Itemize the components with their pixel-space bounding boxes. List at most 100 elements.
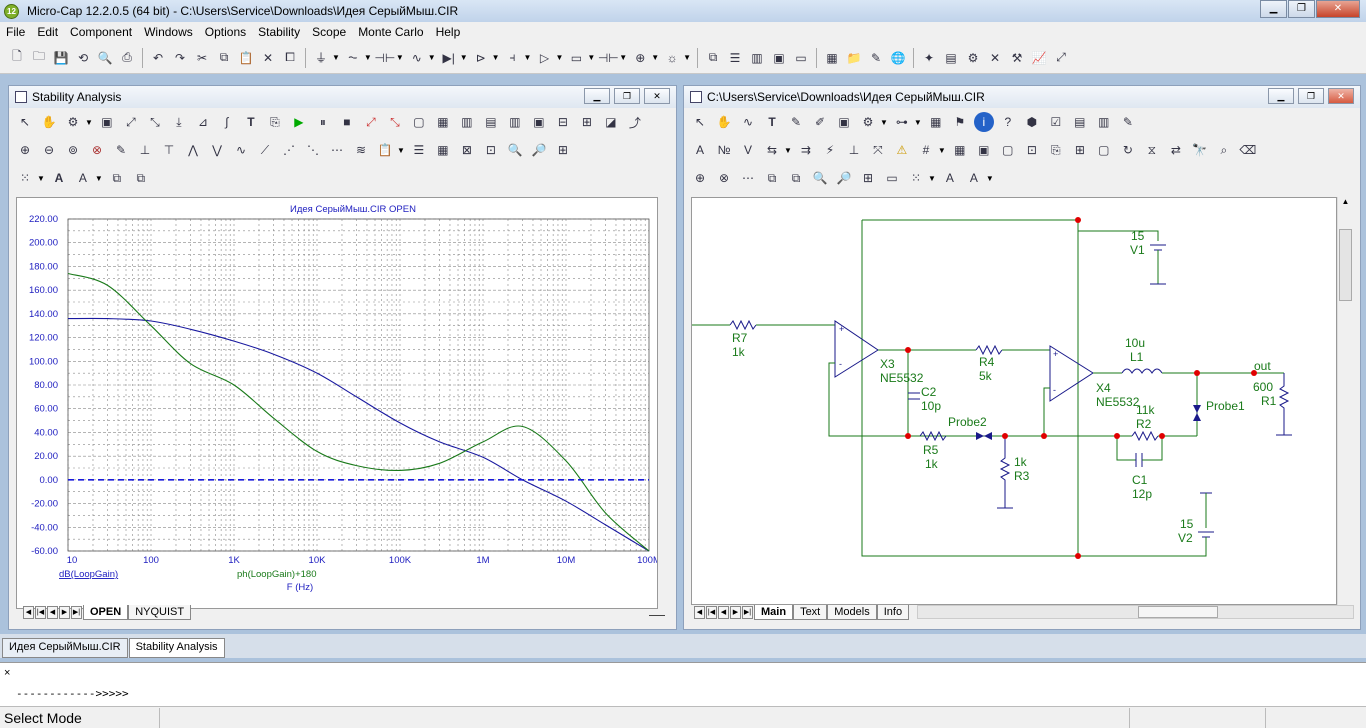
power-icon[interactable]: ⇉	[796, 140, 816, 160]
peak-icon[interactable]: ⊥	[135, 140, 155, 160]
calculator-icon[interactable]: ▦	[823, 49, 841, 67]
magnify-box-icon[interactable]: ⊞	[553, 140, 573, 160]
high-icon[interactable]: ⋀	[183, 140, 203, 160]
pan-hand-icon[interactable]: ✋	[39, 112, 59, 132]
c2-value[interactable]: 10p	[921, 399, 941, 413]
clipboard-icon[interactable]: 📋	[375, 140, 395, 160]
text-icon[interactable]: T	[241, 112, 261, 132]
tools-icon[interactable]: ✕	[986, 49, 1004, 67]
top-icon[interactable]: ⋯	[327, 140, 347, 160]
tile-vertical-icon[interactable]: ▥	[748, 49, 766, 67]
legend-ph-loopgain[interactable]: ph(LoopGain)+180	[237, 569, 317, 580]
xy-icon[interactable]: ⊠	[457, 140, 477, 160]
legend-db-loopgain[interactable]: dB(LoopGain)	[59, 569, 118, 580]
r3-label[interactable]: R3	[1014, 469, 1030, 483]
v2-value[interactable]: 15	[1180, 517, 1194, 531]
find-next-icon[interactable]: ⌕	[1214, 140, 1234, 160]
r7-label[interactable]: R7	[732, 331, 748, 345]
save-icon[interactable]: 💾	[52, 49, 70, 67]
list-icon[interactable]: ☰	[409, 140, 429, 160]
menu-edit[interactable]: Edit	[31, 25, 64, 39]
restore-scale-icon[interactable]: ⤡	[145, 112, 165, 132]
probe1-marker2[interactable]	[1193, 413, 1201, 421]
analysis-icon[interactable]: ⚒	[1008, 49, 1026, 67]
wizard-icon[interactable]: ✦	[920, 49, 938, 67]
resistor-icon[interactable]: ⏦	[344, 49, 362, 67]
nav-last-icon[interactable]: ▶|	[742, 605, 753, 619]
output-close-icon[interactable]: ×	[4, 667, 10, 679]
fit-icon[interactable]: ⤓	[169, 112, 189, 132]
font-style-icon[interactable]: A	[73, 168, 93, 188]
grid-dots-icon[interactable]: ⁙	[906, 168, 926, 188]
slope-icon[interactable]: ⟋	[255, 140, 275, 160]
title-block-icon[interactable]: ▣	[974, 140, 994, 160]
r7-value[interactable]: 1k	[732, 345, 746, 359]
window2-icon[interactable]: ▭	[792, 49, 810, 67]
box-icon[interactable]: ▢	[409, 112, 429, 132]
layers-icon[interactable]: ⎘	[1046, 140, 1066, 160]
capacitor-icon[interactable]: ⊣⊢	[374, 49, 395, 67]
r2-label[interactable]: R2	[1136, 417, 1152, 431]
window-icon[interactable]: ▣	[770, 49, 788, 67]
tile-horizontal-icon[interactable]: ☰	[726, 49, 744, 67]
menu-file[interactable]: File	[0, 25, 31, 39]
flip-icon[interactable]: ⇄	[1166, 140, 1186, 160]
text-icon[interactable]: T	[762, 112, 782, 132]
more-icon[interactable]: ⋯	[738, 168, 758, 188]
check-icon[interactable]: ☑	[1046, 112, 1066, 132]
r2-value[interactable]: 11k	[1136, 403, 1155, 417]
grid-dots-icon[interactable]: ⁙	[15, 168, 35, 188]
l1-value[interactable]: 10u	[1125, 336, 1145, 350]
find-icon[interactable]: 🔭	[1190, 140, 1210, 160]
component-library-icon[interactable]: 📁	[845, 49, 863, 67]
tab-nyquist[interactable]: NYQUIST	[128, 604, 192, 620]
voltage-icon[interactable]: V	[738, 140, 758, 160]
calc-icon[interactable]: ▦	[433, 140, 453, 160]
schematic-maximize-button[interactable]: ❐	[1298, 88, 1324, 104]
nav-last-icon[interactable]: ▶|	[71, 605, 82, 619]
formula-icon[interactable]: ∫	[217, 112, 237, 132]
schematic-horizontal-scrollbar[interactable]	[917, 605, 1354, 619]
zoom-out-icon[interactable]: ⊖	[39, 140, 59, 160]
scale-icon[interactable]: ▣	[97, 112, 117, 132]
pen-icon[interactable]: ✐	[810, 112, 830, 132]
grid-icon[interactable]: ⊿	[193, 112, 213, 132]
cross-icon[interactable]: ⤧	[868, 140, 888, 160]
menu-help[interactable]: Help	[430, 25, 467, 39]
close-button[interactable]: ✕	[1316, 0, 1360, 18]
auto-scale-icon[interactable]: ⤢	[121, 112, 141, 132]
r3-value[interactable]: 1k	[1014, 455, 1028, 469]
page-icon[interactable]: ⊡	[1022, 140, 1042, 160]
edit-icon[interactable]: ✎	[1118, 112, 1138, 132]
menu-options[interactable]: Options	[199, 25, 252, 39]
tab-main[interactable]: Main	[754, 604, 794, 620]
stop-icon[interactable]: ■	[337, 112, 357, 132]
pin-connect-icon[interactable]: ⊥	[844, 140, 864, 160]
clear-icon[interactable]: ⌫	[1238, 140, 1258, 160]
tab-info[interactable]: Info	[876, 604, 910, 620]
xy2-icon[interactable]: ⊡	[481, 140, 501, 160]
scope-icon[interactable]: ⤢	[1052, 49, 1070, 67]
undo-icon[interactable]: ↶	[149, 49, 167, 67]
x3-value[interactable]: NE5532	[880, 371, 924, 385]
bring-front-icon[interactable]: ⧉	[107, 168, 127, 188]
rotate-icon[interactable]: ↻	[1118, 140, 1138, 160]
nav-forward-icon[interactable]: ▶	[59, 605, 70, 619]
nav-prev-icon[interactable]: |◀	[706, 605, 717, 619]
redo-icon[interactable]: ↷	[171, 49, 189, 67]
x4-label[interactable]: X4	[1096, 381, 1111, 395]
nav-forward-icon[interactable]: ▶	[730, 605, 741, 619]
hscroll-thumb[interactable]	[1138, 606, 1219, 618]
nav-prev-icon[interactable]: |◀	[35, 605, 46, 619]
current-icon[interactable]: ⇆	[762, 140, 782, 160]
send-back-icon[interactable]: ⧉	[786, 168, 806, 188]
global-high-icon[interactable]: ⋰	[279, 140, 299, 160]
font-icon[interactable]: A	[940, 168, 960, 188]
r5-label[interactable]: R5	[923, 443, 939, 457]
v1-value[interactable]: 15	[1131, 229, 1145, 243]
properties-icon[interactable]: ⚙	[63, 112, 83, 132]
attr-text-icon[interactable]: A	[690, 140, 710, 160]
zoom-out-icon[interactable]: 🔎	[834, 168, 854, 188]
list-icon[interactable]: ▤	[1070, 112, 1090, 132]
magnify-out-icon[interactable]: 🔎	[529, 140, 549, 160]
